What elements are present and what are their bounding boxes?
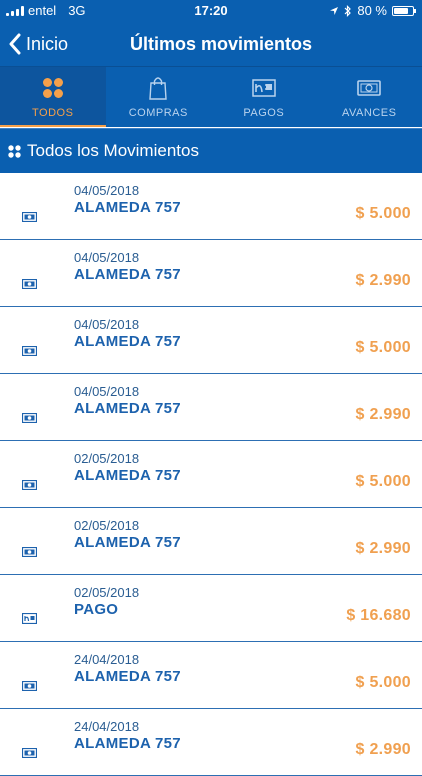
movement-date: 04/05/2018 (74, 250, 139, 265)
movement-date: 24/04/2018 (74, 652, 139, 667)
movement-amount: $ 5.000 (356, 339, 411, 357)
list-item[interactable]: 04/05/2018 ALAMEDA 757 $ 5.000 (0, 173, 422, 240)
movement-name: ALAMEDA 757 (74, 199, 181, 216)
location-icon (329, 6, 339, 16)
movement-date: 24/04/2018 (74, 719, 139, 734)
movement-name: ALAMEDA 757 (74, 333, 181, 350)
list-item[interactable]: 04/05/2018 ALAMEDA 757 $ 5.000 (0, 307, 422, 374)
cash-icon (22, 410, 37, 428)
movement-date: 04/05/2018 (74, 384, 139, 399)
movement-name: ALAMEDA 757 (74, 400, 181, 417)
list-item[interactable]: 24/04/2018 ALAMEDA 757 $ 2.990 (0, 709, 422, 776)
list-item[interactable]: 02/05/2018 ALAMEDA 757 $ 5.000 (0, 441, 422, 508)
status-bar: entel 3G 17:20 80 % (0, 0, 422, 22)
movement-date: 04/05/2018 (74, 317, 139, 332)
list-item[interactable]: 02/05/2018 PAGO $ 16.680 (0, 575, 422, 642)
tab-avances[interactable]: AVANCES (317, 67, 422, 127)
cash-icon (22, 678, 37, 696)
status-right: 80 % (329, 3, 414, 18)
movement-amount: $ 2.990 (356, 741, 411, 759)
movement-name: ALAMEDA 757 (74, 266, 181, 283)
grid-icon (42, 75, 64, 101)
tab-todos[interactable]: TODOS (0, 67, 106, 127)
movement-amount: $ 2.990 (356, 540, 411, 558)
tab-label: AVANCES (342, 107, 396, 119)
cash-icon (22, 276, 37, 294)
list-item[interactable]: 24/04/2018 ALAMEDA 757 $ 5.000 (0, 642, 422, 709)
section-title: Todos los Movimientos (27, 141, 199, 161)
tab-pagos[interactable]: PAGOS (211, 67, 317, 127)
tab-label: PAGOS (243, 107, 284, 119)
tab-compras[interactable]: COMPRAS (106, 67, 212, 127)
list-item[interactable]: 02/05/2018 ALAMEDA 757 $ 2.990 (0, 508, 422, 575)
movement-date: 02/05/2018 (74, 518, 139, 533)
movement-amount: $ 5.000 (356, 674, 411, 692)
list-item[interactable]: 04/05/2018 ALAMEDA 757 $ 2.990 (0, 374, 422, 441)
tab-bar: TODOS COMPRAS PAGOS AVANCES (0, 66, 422, 127)
payment-icon (22, 611, 37, 629)
movement-name: ALAMEDA 757 (74, 534, 181, 551)
section-header: Todos los Movimientos (0, 128, 422, 173)
battery-label: 80 % (357, 3, 387, 18)
tab-label: TODOS (32, 107, 73, 119)
movement-amount: $ 2.990 (356, 272, 411, 290)
movement-name: ALAMEDA 757 (74, 668, 181, 685)
movement-name: ALAMEDA 757 (74, 735, 181, 752)
bluetooth-icon (344, 5, 352, 17)
movements-list: 04/05/2018 ALAMEDA 757 $ 5.000 04/05/201… (0, 173, 422, 776)
movement-amount: $ 5.000 (356, 473, 411, 491)
movement-amount: $ 2.990 (356, 406, 411, 424)
cash-icon (22, 343, 37, 361)
grid-icon (8, 145, 21, 158)
movement-name: PAGO (74, 601, 118, 618)
movement-amount: $ 16.680 (346, 607, 411, 625)
page-title: Últimos movimientos (0, 22, 422, 66)
tab-label: COMPRAS (129, 107, 188, 119)
movement-date: 04/05/2018 (74, 183, 139, 198)
movement-name: ALAMEDA 757 (74, 467, 181, 484)
payment-icon (252, 75, 276, 101)
movement-date: 02/05/2018 (74, 451, 139, 466)
cash-icon (22, 745, 37, 763)
battery-icon (392, 6, 414, 16)
movement-date: 02/05/2018 (74, 585, 139, 600)
cash-icon (22, 544, 37, 562)
list-item[interactable]: 04/05/2018 ALAMEDA 757 $ 2.990 (0, 240, 422, 307)
shopping-bag-icon (149, 75, 167, 101)
cash-icon (357, 75, 381, 101)
nav-bar: Inicio Últimos movimientos (0, 22, 422, 66)
cash-icon (22, 209, 37, 227)
movement-amount: $ 5.000 (356, 205, 411, 223)
cash-icon (22, 477, 37, 495)
